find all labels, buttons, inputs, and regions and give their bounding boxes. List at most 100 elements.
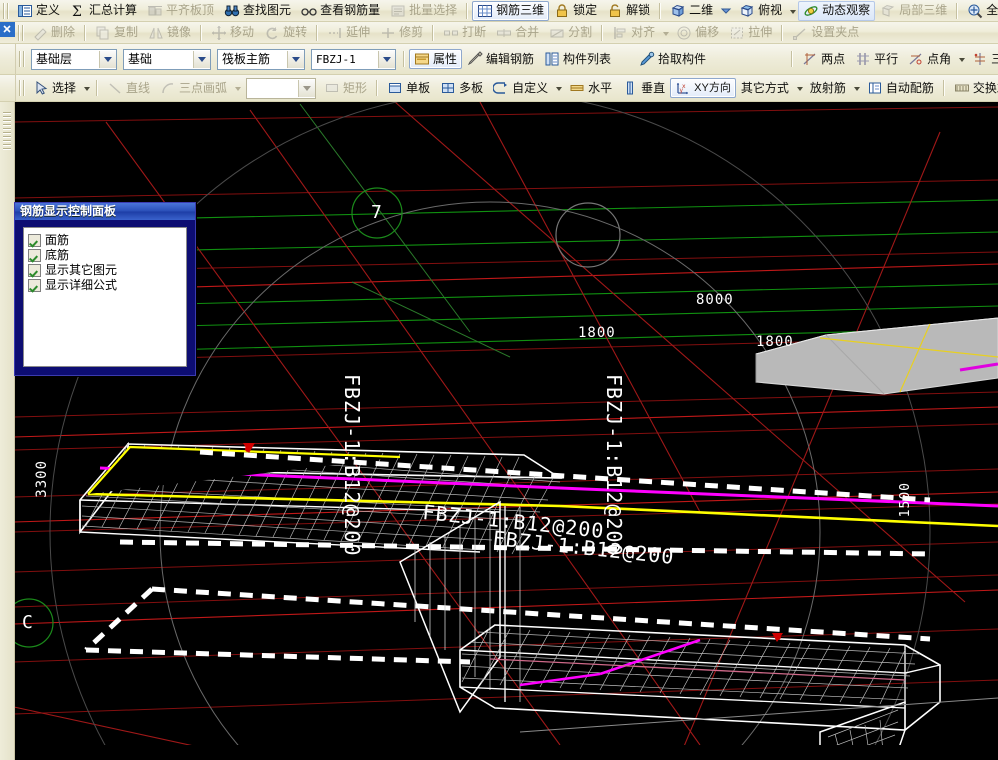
- pick-component-button[interactable]: 拾取构件: [634, 49, 711, 69]
- summary-calc-button[interactable]: Σ 汇总计算: [65, 1, 142, 21]
- checkbox-checked-icon[interactable]: [28, 278, 41, 292]
- properties-button[interactable]: 属性: [409, 49, 463, 69]
- copy-icon: [95, 25, 111, 41]
- define-button[interactable]: 定义: [12, 1, 65, 21]
- caret-icon[interactable]: [853, 87, 860, 91]
- vertical-label: 垂直: [641, 80, 666, 95]
- gutter-grip[interactable]: [3, 112, 11, 152]
- chevron-down-icon[interactable]: [287, 50, 304, 68]
- split-button[interactable]: 分割: [544, 23, 597, 43]
- category-select[interactable]: 基础: [123, 48, 211, 70]
- extend-button[interactable]: 延伸: [322, 23, 375, 43]
- checkbox-show-other-elements[interactable]: 显示其它图元: [28, 263, 182, 277]
- collapse-arrow-button[interactable]: [0, 22, 15, 37]
- separator: [432, 24, 435, 41]
- component-type-select[interactable]: 筏板主筋: [217, 48, 305, 70]
- other-mode-button[interactable]: 其它方式: [736, 78, 794, 98]
- eraser-icon: [32, 25, 48, 41]
- custom-button[interactable]: 自定义: [488, 78, 553, 98]
- component-list-button[interactable]: 构件列表: [539, 49, 616, 69]
- dynamic-observe-button[interactable]: 动态观察: [798, 0, 876, 21]
- edit-rebar-button[interactable]: 编辑钢筋: [462, 49, 539, 69]
- find-element-button[interactable]: 查找图元: [219, 1, 296, 21]
- caret-icon[interactable]: [796, 87, 803, 91]
- cad-3d-viewport[interactable]: 8000 1800 1800 3300 1500 FBZJ-1:B12@200 …: [0, 102, 998, 760]
- draw-mode-select[interactable]: [246, 77, 317, 99]
- swap-lr-label-button[interactable]: 交换左右标注: [949, 78, 998, 98]
- merge-icon: [496, 25, 512, 41]
- radial-rebar-button[interactable]: 放射筋: [805, 78, 851, 98]
- horizontal-button[interactable]: 水平: [564, 78, 617, 98]
- caret-icon[interactable]: [663, 31, 670, 36]
- rebar-3d-button[interactable]: 钢筋三维: [472, 0, 550, 21]
- rectangle-button[interactable]: 矩形: [319, 78, 372, 98]
- move-button[interactable]: 移动: [206, 23, 259, 43]
- single-slab-button[interactable]: 单板: [382, 78, 435, 98]
- chevron-down-icon[interactable]: [378, 50, 395, 68]
- two-point-button[interactable]: 两点: [797, 49, 850, 69]
- caret-icon[interactable]: [556, 87, 563, 91]
- checkbox-checked-icon[interactable]: [28, 248, 41, 262]
- toolbar-grip[interactable]: [19, 51, 26, 67]
- horizontal-icon: [569, 80, 585, 96]
- rebar-3d-application: 定义 Σ 汇总计算 平齐板顶 查找图元 查看钢筋量 批量选择 钢筋三维 锁定 解…: [0, 0, 998, 760]
- flush-slab-top-button[interactable]: 平齐板顶: [142, 1, 219, 21]
- caret-icon[interactable]: [235, 87, 242, 91]
- unlock-button[interactable]: 解锁: [602, 1, 655, 21]
- align-button[interactable]: 对齐: [607, 23, 660, 43]
- xy-direction-button[interactable]: xy XY方向: [670, 78, 736, 98]
- parallel-button[interactable]: 平行: [850, 49, 903, 69]
- checkbox-checked-icon[interactable]: [28, 233, 41, 247]
- top-view-button[interactable]: 俯视: [734, 1, 787, 21]
- toolbar-edit: 删除 复制 镜像 移动 旋转 延伸 修剪 打断 合并 分割 对齐 偏移 拉伸 设…: [0, 22, 998, 44]
- rebar-display-control-panel[interactable]: 钢筋显示控制面板 面筋 底筋 显示其它图元 显示详细公式: [14, 202, 196, 376]
- copy-button[interactable]: 复制: [90, 23, 143, 43]
- vertical-button[interactable]: 垂直: [617, 78, 670, 98]
- stretch-button[interactable]: 拉伸: [724, 23, 777, 43]
- caret-icon[interactable]: [84, 87, 91, 91]
- checkbox-face-rebar[interactable]: 面筋: [28, 233, 182, 247]
- checkbox-show-detail-formula[interactable]: 显示详细公式: [28, 278, 182, 292]
- two-dim-label: 二维: [689, 3, 714, 17]
- local-3d-button[interactable]: 局部三维: [875, 1, 952, 21]
- chevron-down-icon[interactable]: [193, 50, 210, 68]
- point-angle-button[interactable]: 点角: [903, 49, 956, 69]
- offset-button[interactable]: 偏移: [671, 23, 724, 43]
- auto-rebar-button[interactable]: 自动配筋: [862, 78, 939, 98]
- set-grip-button[interactable]: 设置夹点: [787, 23, 864, 43]
- multi-slab-button[interactable]: 多板: [435, 78, 488, 98]
- toolbar-grip[interactable]: [19, 80, 26, 96]
- toolbar-main: 定义 Σ 汇总计算 平齐板顶 查找图元 查看钢筋量 批量选择 钢筋三维 锁定 解…: [0, 0, 998, 22]
- toolbar-grip[interactable]: [18, 24, 25, 41]
- fullscreen-button[interactable]: 全屏: [962, 1, 998, 21]
- parallel-label: 平行: [874, 51, 899, 66]
- floor-select[interactable]: 基础层: [31, 48, 117, 70]
- caret-icon[interactable]: [790, 9, 797, 14]
- toolbar-grip[interactable]: [3, 2, 10, 19]
- lock-button[interactable]: 锁定: [549, 1, 602, 21]
- break-button[interactable]: 打断: [438, 23, 491, 43]
- rotate-button[interactable]: 旋转: [259, 23, 312, 43]
- component-name-select[interactable]: FBZJ-1: [311, 48, 396, 70]
- viewport-left-gutter: [0, 102, 15, 760]
- set-grip-label: 设置夹点: [811, 25, 860, 39]
- merge-button[interactable]: 合并: [491, 23, 544, 43]
- chevron-down-icon[interactable]: [298, 79, 316, 97]
- select-button[interactable]: 选择: [28, 78, 81, 98]
- checkbox-bottom-rebar[interactable]: 底筋: [28, 248, 182, 262]
- grip-icon: [792, 25, 808, 41]
- batch-select-button[interactable]: 批量选择: [385, 1, 462, 21]
- checkbox-checked-icon[interactable]: [28, 263, 41, 277]
- three-point-arc-button[interactable]: 三点画弧: [155, 78, 232, 98]
- local-3d-label: 局部三维: [899, 3, 948, 17]
- three-point-axis-button[interactable]: 三点辅轴: [967, 49, 998, 69]
- trim-button[interactable]: 修剪: [375, 23, 428, 43]
- delete-button[interactable]: 删除: [27, 23, 80, 43]
- mirror-button[interactable]: 镜像: [143, 23, 196, 43]
- two-dim-button[interactable]: 二维: [665, 1, 718, 21]
- view-rebar-qty-button[interactable]: 查看钢筋量: [296, 1, 385, 21]
- line-button[interactable]: 直线: [102, 78, 155, 98]
- caret-icon[interactable]: [959, 58, 966, 62]
- chevron-down-icon[interactable]: [99, 50, 116, 68]
- chevron-down-icon[interactable]: [718, 3, 734, 19]
